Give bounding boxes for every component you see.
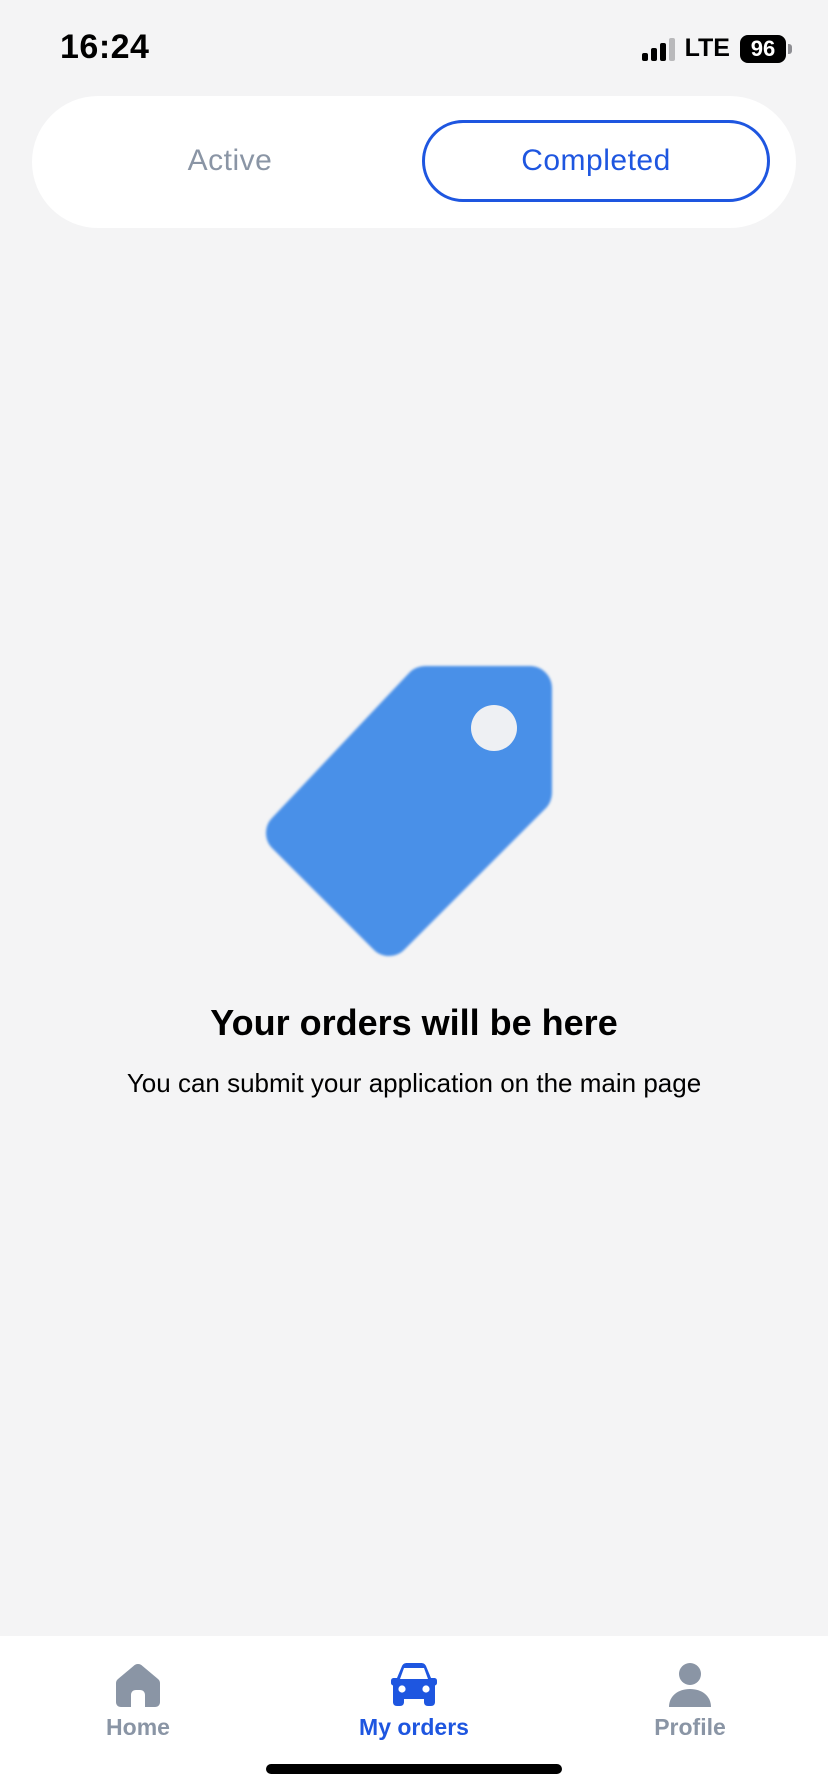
price-tag-icon	[262, 650, 572, 960]
status-time: 16:24	[60, 28, 150, 66]
car-icon	[391, 1663, 437, 1706]
nav-profile[interactable]: Profile	[590, 1662, 790, 1741]
nav-my-orders-label: My orders	[359, 1714, 469, 1740]
nav-profile-label: Profile	[654, 1714, 726, 1740]
tab-active[interactable]: Active	[56, 120, 404, 202]
home-indicator	[266, 1764, 562, 1774]
battery-icon: 96	[740, 34, 792, 63]
empty-state-title: Your orders will be here	[210, 1002, 618, 1043]
network-label: LTE	[684, 34, 730, 62]
nav-home[interactable]: Home	[38, 1662, 238, 1741]
tab-completed[interactable]: Completed	[422, 120, 770, 202]
person-icon	[669, 1663, 711, 1707]
status-bar: 16:24 LTE 96	[0, 0, 828, 100]
signal-icon	[641, 37, 675, 61]
nav-my-orders[interactable]: My orders	[314, 1662, 514, 1741]
nav-home-label: Home	[106, 1714, 170, 1740]
home-icon	[116, 1664, 160, 1707]
status-indicators: LTE 96	[641, 34, 792, 63]
empty-state-subtitle: You can submit your application on the m…	[126, 1068, 702, 1098]
battery-tip	[788, 43, 792, 54]
orders-tab-switcher: Active Completed	[32, 96, 796, 228]
battery-level: 96	[740, 34, 786, 63]
